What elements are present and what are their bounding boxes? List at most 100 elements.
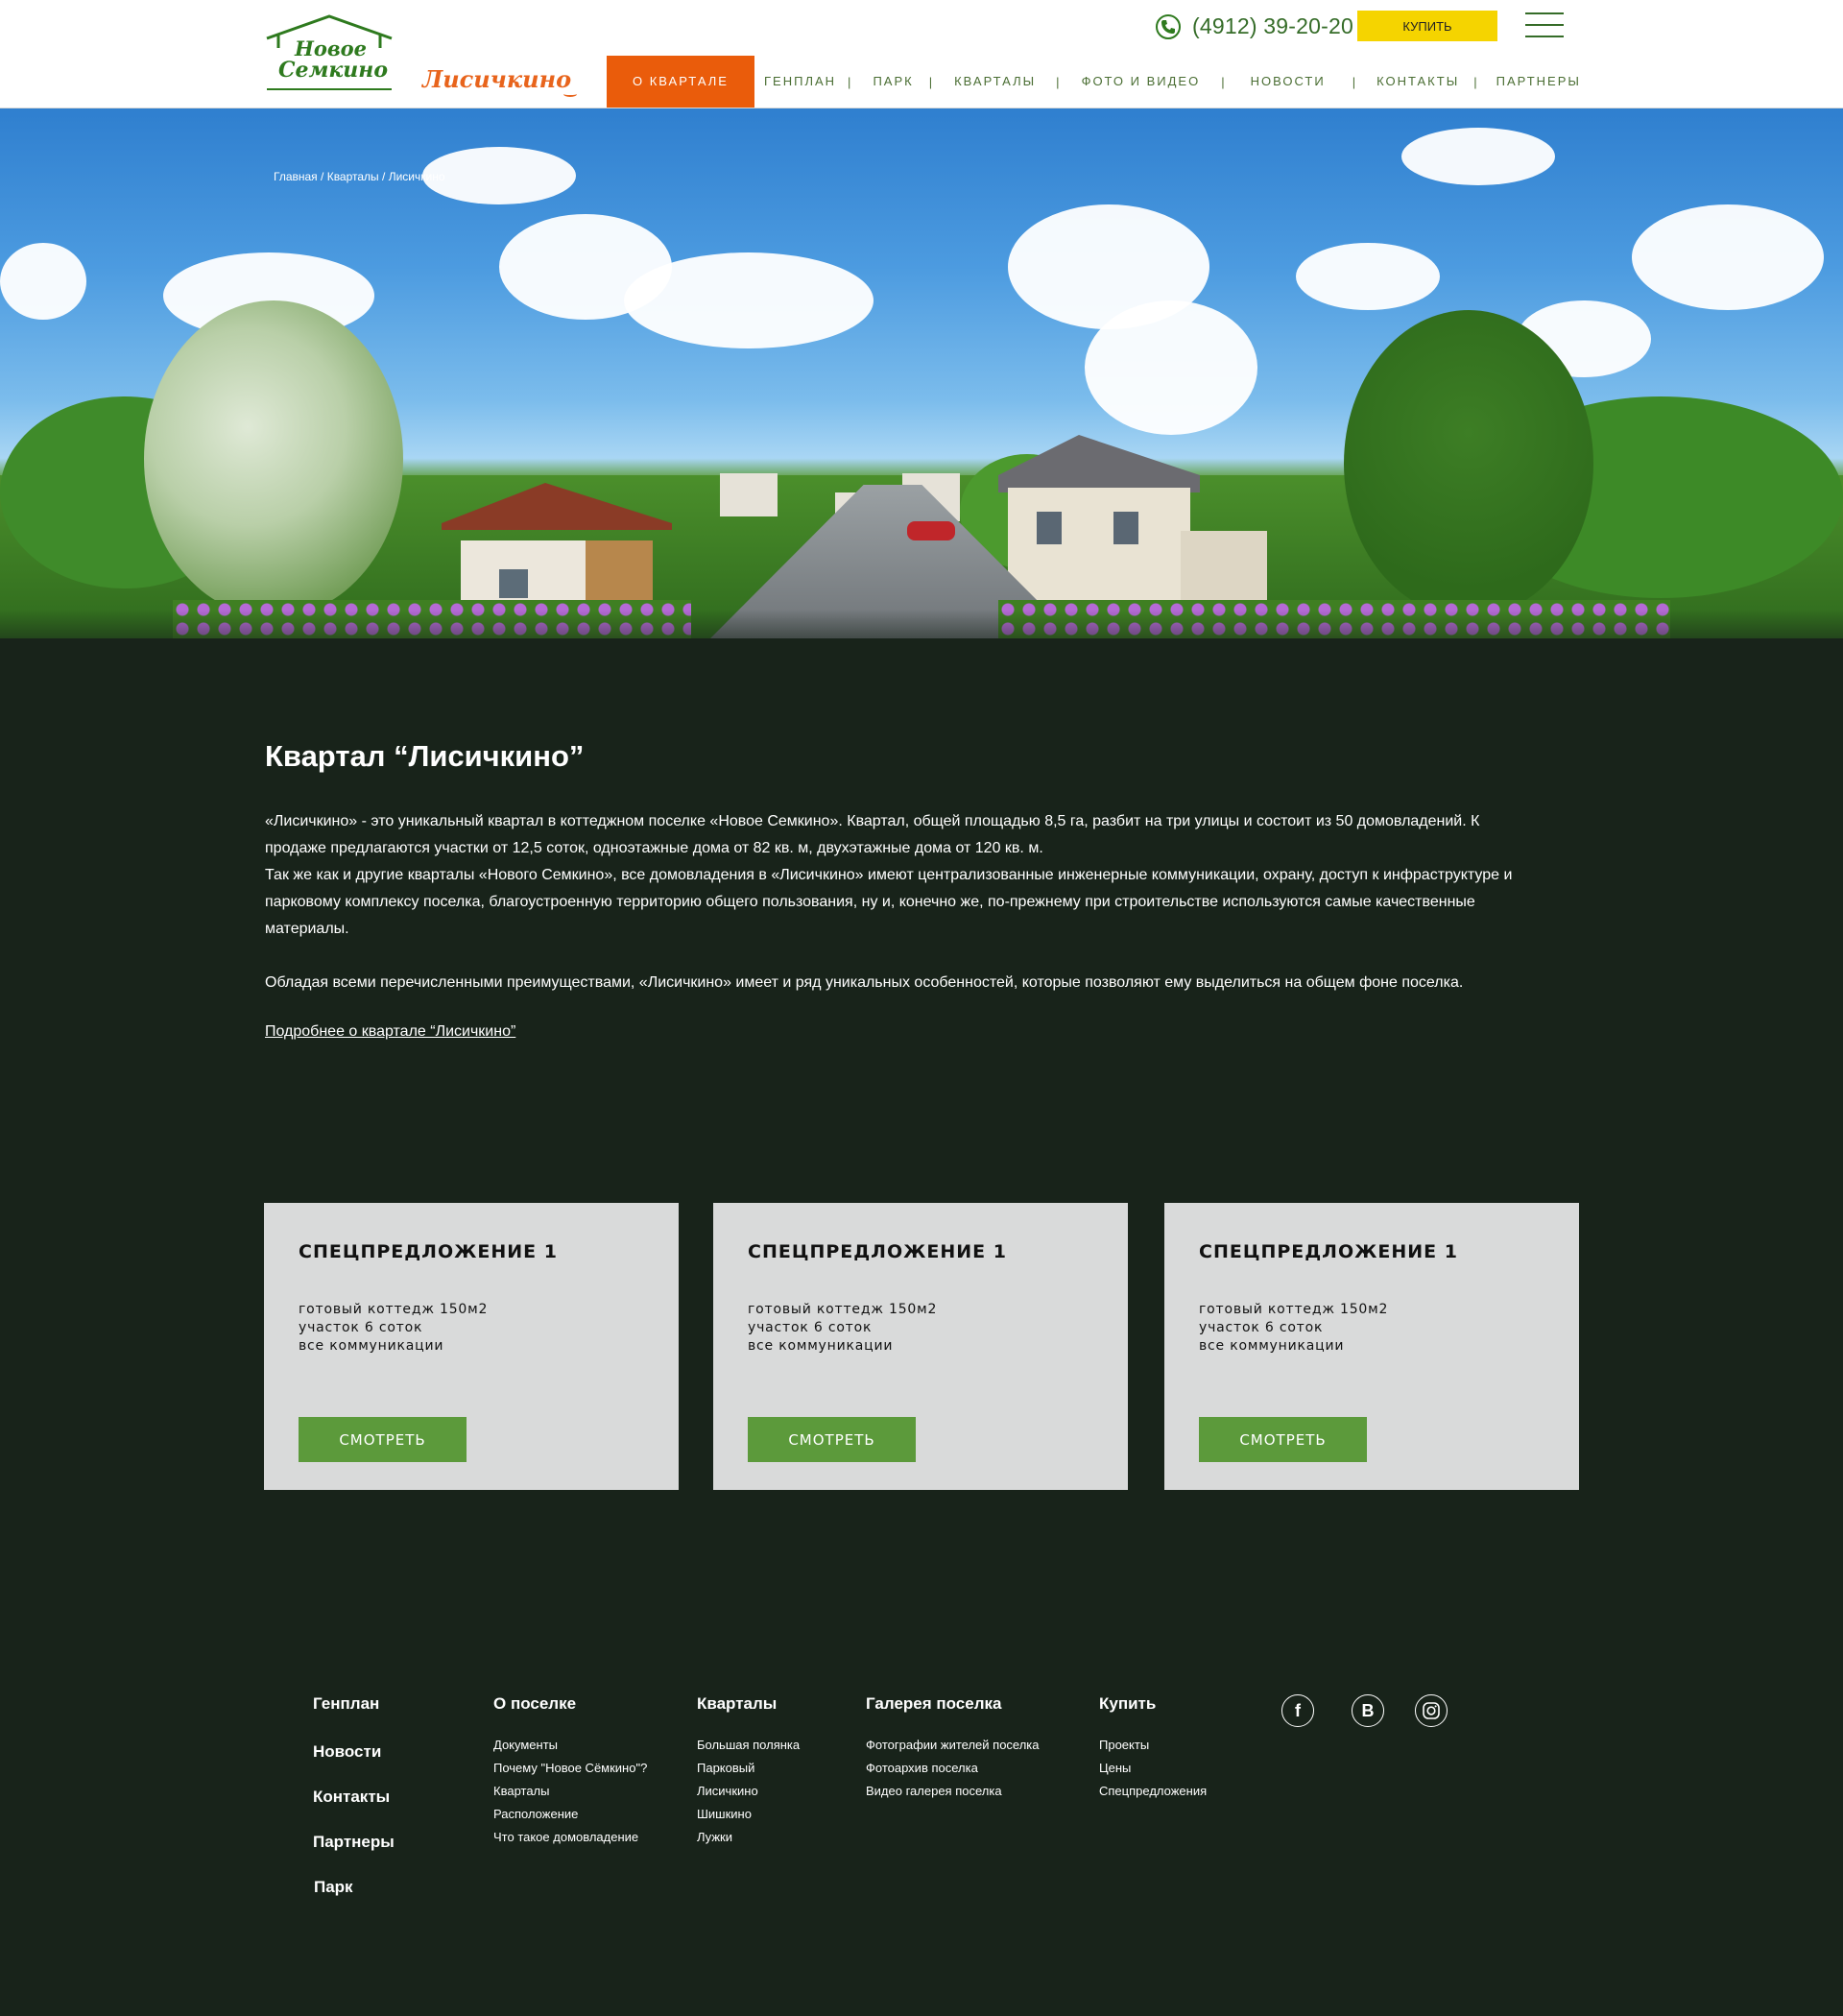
- logo-underline: [267, 88, 392, 90]
- offer-title: СПЕЦПРЕДЛОЖЕНИЕ 1: [299, 1241, 558, 1262]
- house-window: [1113, 512, 1138, 544]
- footer-list: Проекты Цены Спецпредложения: [1099, 1734, 1207, 1803]
- fox-tail-icon: [563, 91, 578, 97]
- footer-list-item[interactable]: Кварталы: [493, 1780, 647, 1803]
- menu-icon[interactable]: [1525, 12, 1564, 37]
- footer-list-item[interactable]: Проекты: [1099, 1734, 1207, 1757]
- breadcrumb-quarters[interactable]: Кварталы: [327, 170, 379, 183]
- footer-list-item[interactable]: Шишкино: [697, 1803, 800, 1826]
- site-header: Новое Семкино Лисичкино (4912) 39-20-20 …: [0, 0, 1843, 108]
- tree: [144, 300, 403, 617]
- footer-column-buy: Купить Проекты Цены Спецпредложения: [1099, 1694, 1207, 1803]
- offer-description: готовый коттедж 150м2 участок 6 соток вс…: [299, 1301, 488, 1356]
- nav-park[interactable]: ПАРК: [873, 56, 913, 108]
- footer-main-links: Генплан Новости Контакты Партнеры Парк: [313, 1694, 395, 1897]
- buy-button[interactable]: КУПИТЬ: [1357, 11, 1497, 41]
- offer-line: готовый коттедж 150м2: [299, 1302, 489, 1317]
- nav-separator: |: [1473, 74, 1477, 89]
- breadcrumb-home[interactable]: Главная: [274, 170, 318, 183]
- offer-line: готовый коттедж 150м2: [1199, 1302, 1389, 1317]
- description-paragraph: Обладая всеми перечисленными преимуществ…: [265, 974, 1464, 991]
- offer-description: готовый коттедж 150м2 участок 6 соток вс…: [1199, 1301, 1388, 1356]
- offer-line: все коммуникации: [299, 1338, 444, 1354]
- footer-list-item[interactable]: Парковый: [697, 1757, 800, 1780]
- phone-number[interactable]: (4912) 39-20-20: [1192, 13, 1353, 39]
- vk-icon[interactable]: B: [1352, 1694, 1384, 1727]
- breadcrumb-separator: /: [378, 170, 389, 183]
- cloud: [1632, 204, 1824, 310]
- footer-link-park[interactable]: Парк: [314, 1878, 395, 1897]
- breadcrumb-current: Лисичкино: [388, 170, 445, 183]
- footer-list-item[interactable]: Что такое домовладение: [493, 1826, 647, 1849]
- breadcrumb: Главная / Кварталы / Лисичкино: [274, 170, 445, 183]
- view-offer-button[interactable]: СМОТРЕТЬ: [1199, 1417, 1367, 1462]
- instagram-icon[interactable]: [1415, 1694, 1448, 1727]
- quarter-logo[interactable]: Лисичкино: [422, 65, 578, 97]
- footer-link-contacts[interactable]: Контакты: [313, 1788, 395, 1807]
- breadcrumb-separator: /: [317, 170, 327, 183]
- facebook-icon[interactable]: f: [1281, 1694, 1314, 1727]
- quarter-logo-text: Лисичкино: [422, 65, 572, 93]
- nav-separator: |: [1221, 74, 1225, 89]
- nav-news[interactable]: НОВОСТИ: [1251, 56, 1326, 108]
- footer-column-title: О поселке: [493, 1694, 577, 1713]
- offer-line: участок 6 соток: [1199, 1320, 1324, 1335]
- house: [720, 473, 778, 516]
- menu-line: [1525, 36, 1564, 37]
- footer-link-partners[interactable]: Партнеры: [313, 1833, 395, 1852]
- nav-separator: |: [848, 74, 851, 89]
- offer-title: СПЕЦПРЕДЛОЖЕНИЕ 1: [748, 1241, 1007, 1262]
- menu-line: [1525, 12, 1564, 14]
- site-logo[interactable]: Новое Семкино: [265, 13, 394, 92]
- cloud: [422, 147, 576, 204]
- vk-glyph: B: [1361, 1700, 1375, 1720]
- footer-list-item[interactable]: Спецпредложения: [1099, 1780, 1207, 1803]
- house-window: [499, 569, 528, 598]
- footer-list-item[interactable]: Лужки: [697, 1826, 800, 1849]
- footer-list-item[interactable]: Большая полянка: [697, 1734, 800, 1757]
- cloud: [1401, 128, 1555, 185]
- footer-list-item[interactable]: Расположение: [493, 1803, 647, 1826]
- offer-line: участок 6 соток: [299, 1320, 423, 1335]
- footer-link-news[interactable]: Новости: [313, 1742, 395, 1762]
- nav-contacts[interactable]: КОНТАКТЫ: [1376, 56, 1459, 108]
- footer-list: Документы Почему "Новое Сёмкино"? Кварта…: [493, 1734, 647, 1849]
- footer-column-gallery: Галерея поселка Фотографии жителей посел…: [866, 1694, 1040, 1803]
- offer-card: СПЕЦПРЕДЛОЖЕНИЕ 1 готовый коттедж 150м2 …: [1164, 1203, 1579, 1490]
- nav-separator: |: [1056, 74, 1060, 89]
- footer-list-item[interactable]: Почему "Новое Сёмкино"?: [493, 1757, 647, 1780]
- view-offer-button[interactable]: СМОТРЕТЬ: [748, 1417, 916, 1462]
- footer-list-item[interactable]: Фотографии жителей поселка: [866, 1734, 1040, 1757]
- footer-list-item[interactable]: Лисичкино: [697, 1780, 800, 1803]
- phone-icon: [1156, 13, 1181, 39]
- cloud: [1296, 243, 1440, 310]
- offer-line: все коммуникации: [748, 1338, 894, 1354]
- footer-list-item[interactable]: Цены: [1099, 1757, 1207, 1780]
- nav-about-quarter[interactable]: О КВАРТАЛЕ: [607, 56, 754, 108]
- footer-list-item[interactable]: Документы: [493, 1734, 647, 1757]
- special-offers: СПЕЦПРЕДЛОЖЕНИЕ 1 готовый коттедж 150м2 …: [264, 1203, 1579, 1490]
- cloud: [624, 252, 874, 348]
- offer-title: СПЕЦПРЕДЛОЖЕНИЕ 1: [1199, 1241, 1458, 1262]
- hero-banner: Главная / Кварталы / Лисичкино: [0, 108, 1843, 638]
- footer-list: Фотографии жителей поселка Фотоархив пос…: [866, 1734, 1040, 1803]
- footer-list: Большая полянка Парковый Лисичкино Шишки…: [697, 1734, 800, 1849]
- tree: [1344, 310, 1593, 617]
- view-offer-button[interactable]: СМОТРЕТЬ: [299, 1417, 467, 1462]
- more-about-quarter-link[interactable]: Подробнее о квартале “Лисичкино”: [265, 1023, 515, 1041]
- footer-list-item[interactable]: Видео галерея поселка: [866, 1780, 1040, 1803]
- nav-photo-video[interactable]: ФОТО И ВИДЕО: [1082, 56, 1201, 108]
- logo-text-line2: Семкино: [278, 58, 389, 83]
- footer-column-quarters: Кварталы Большая полянка Парковый Лисичк…: [697, 1694, 800, 1849]
- nav-genplan[interactable]: ГЕНПЛАН: [764, 56, 836, 108]
- footer-list-item[interactable]: Фотоархив поселка: [866, 1757, 1040, 1780]
- cloud: [0, 243, 86, 320]
- hero-shade: [0, 610, 1843, 638]
- offer-line: готовый коттедж 150м2: [748, 1302, 938, 1317]
- house-window: [1037, 512, 1062, 544]
- nav-partners[interactable]: ПАРТНЕРЫ: [1496, 56, 1581, 108]
- phone-block[interactable]: (4912) 39-20-20: [1156, 13, 1353, 39]
- nav-quarters[interactable]: КВАРТАЛЫ: [954, 56, 1036, 108]
- footer-link-genplan[interactable]: Генплан: [313, 1694, 395, 1714]
